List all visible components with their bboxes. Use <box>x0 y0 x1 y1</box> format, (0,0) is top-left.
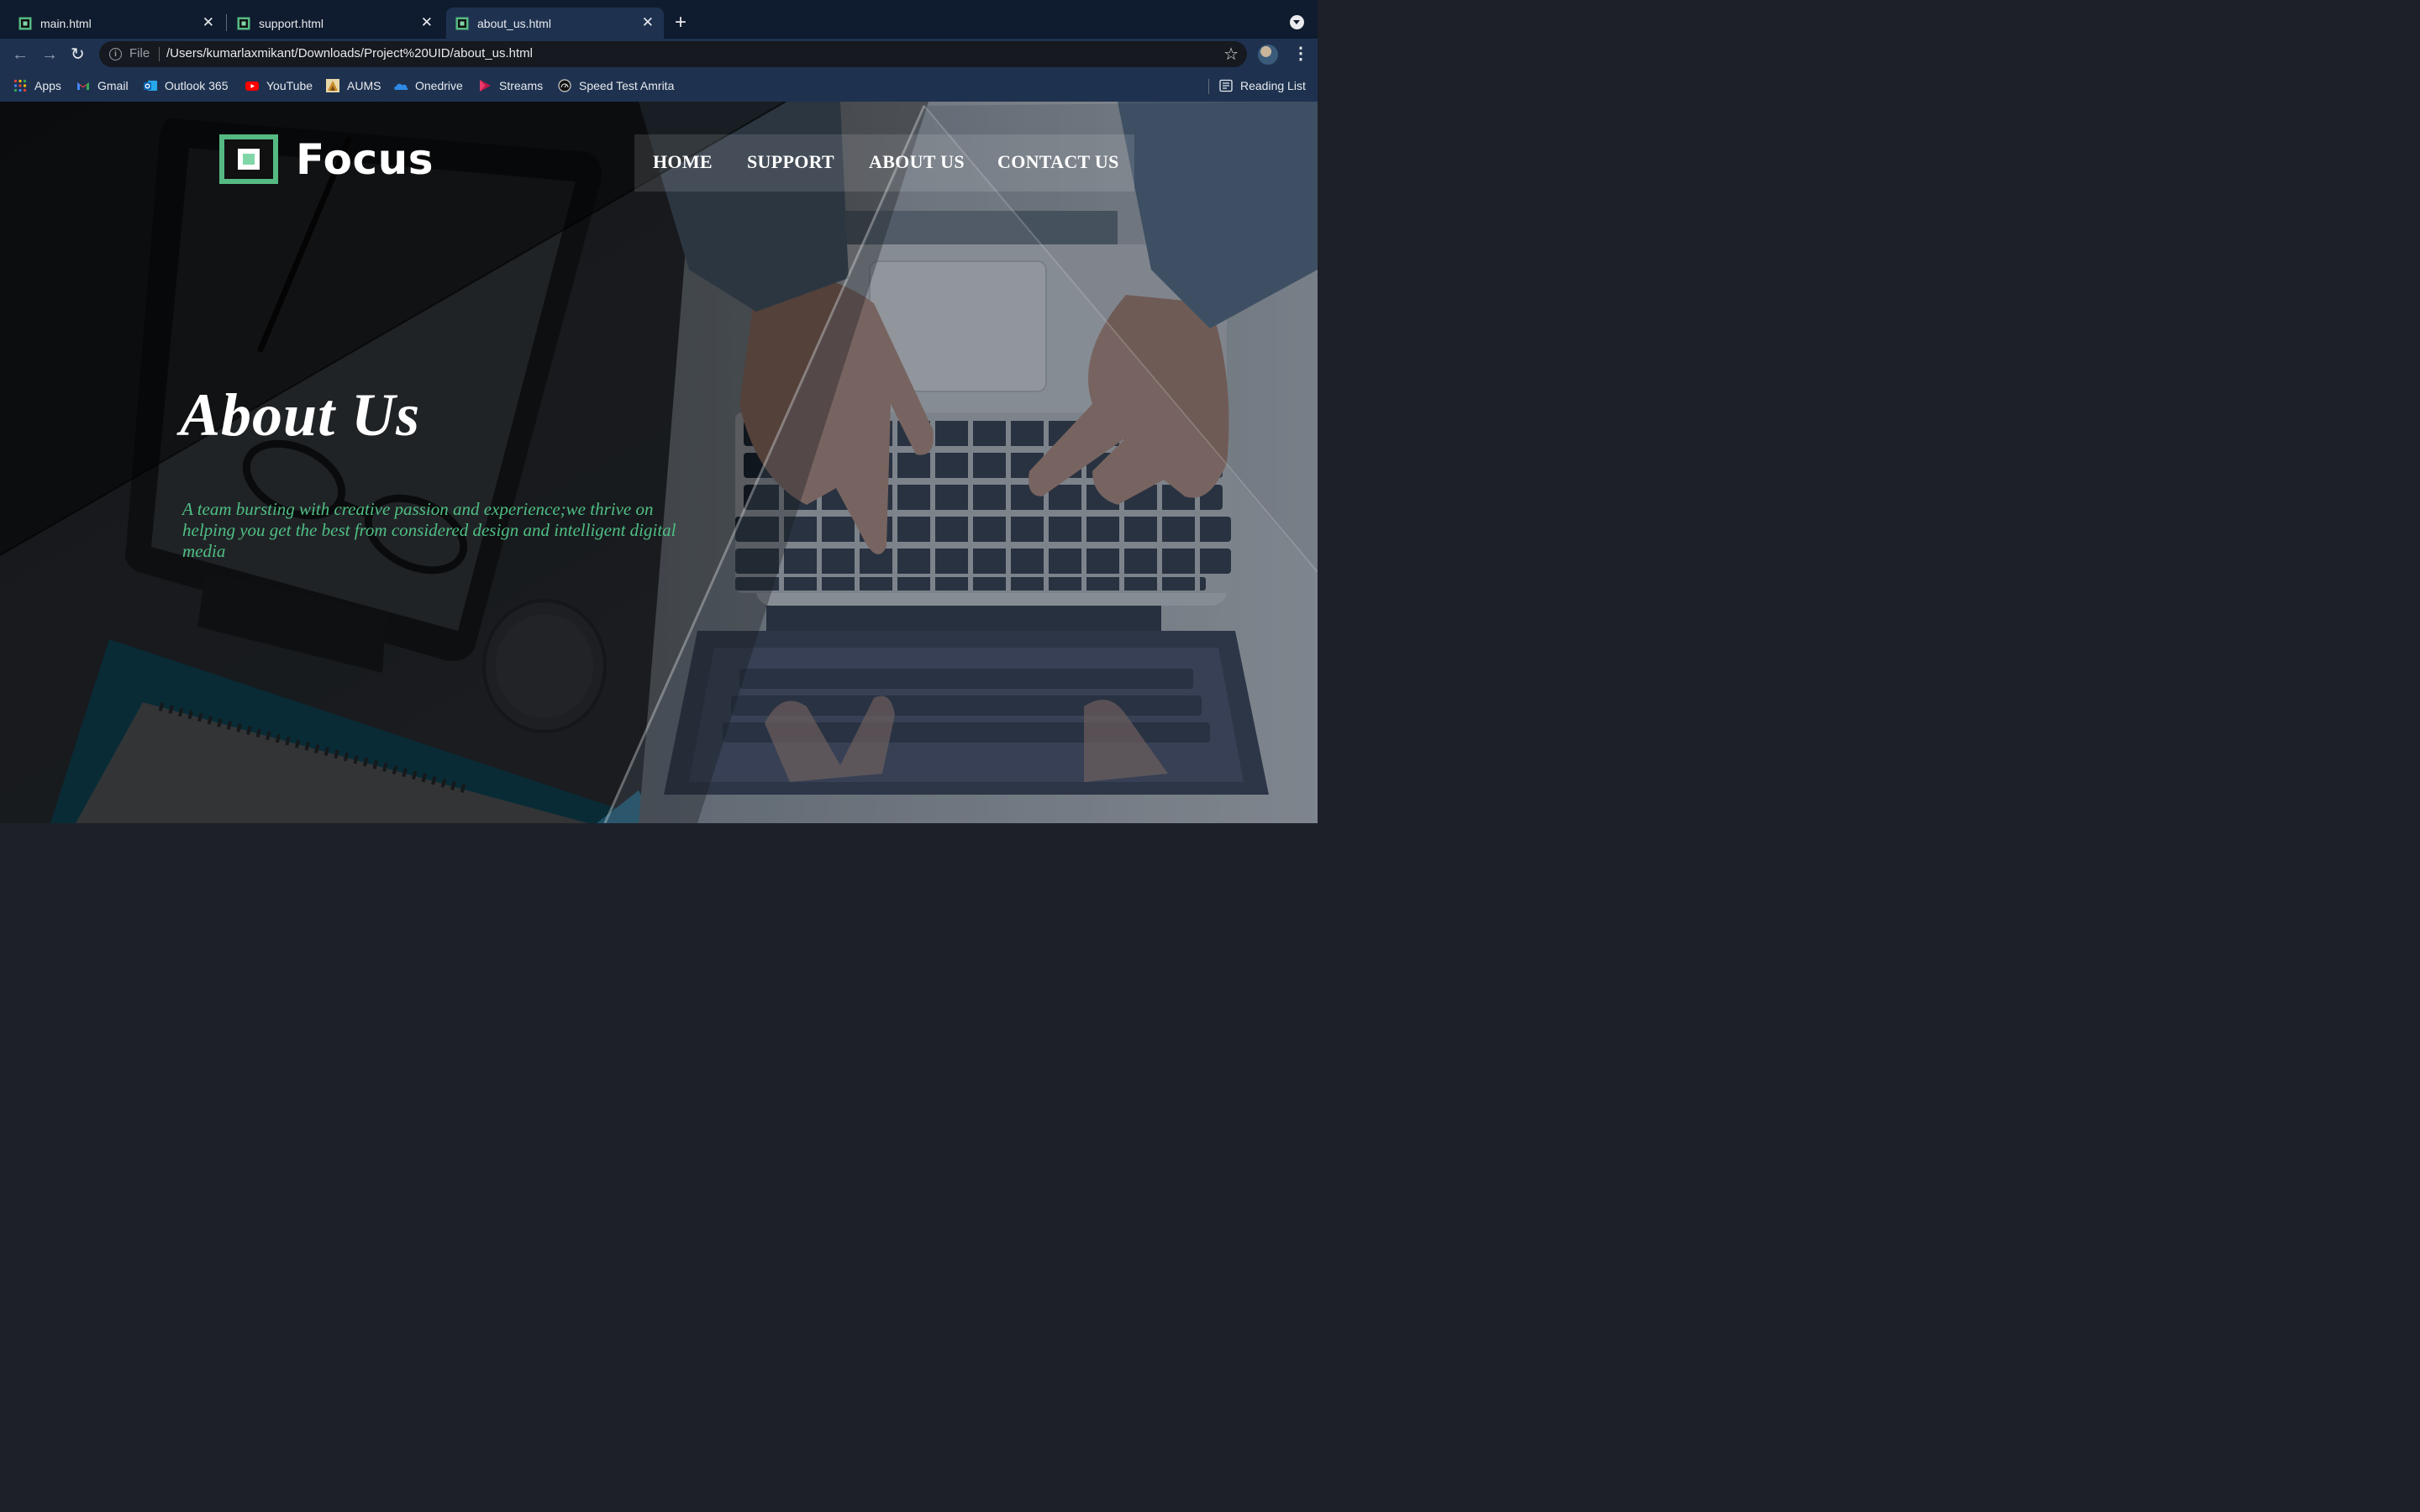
bookmark-label: Speed Test Amrita <box>579 79 675 92</box>
web-page: Focus HOME SUPPORT ABOUT US CONTACT US A… <box>0 102 1318 823</box>
tab-strip: main.html ✕ support.html ✕ about_us.html… <box>0 0 1318 39</box>
url-text[interactable]: /Users/kumarlaxmikant/Downloads/Project%… <box>166 46 533 60</box>
bookmark-label: Streams <box>499 79 544 92</box>
bookmark-speed-test[interactable]: Speed Test Amrita <box>558 78 674 93</box>
close-tab-icon[interactable]: ✕ <box>421 15 433 30</box>
youtube-icon <box>245 79 259 92</box>
speedtest-icon <box>558 79 571 92</box>
tab-title: main.html <box>40 16 92 30</box>
reading-list-icon <box>1219 79 1233 92</box>
tab-search-icon[interactable] <box>1290 15 1304 29</box>
tab-support[interactable]: support.html ✕ <box>229 8 443 39</box>
tab-about-us[interactable]: about_us.html ✕ <box>446 8 664 39</box>
bookmark-gmail[interactable]: Gmail <box>76 78 129 93</box>
bookmark-label: AUMS <box>347 79 381 92</box>
bookmarks-separator <box>1208 79 1209 94</box>
nav-contact-us[interactable]: CONTACT US <box>997 151 1119 173</box>
tab-title: support.html <box>259 16 324 30</box>
bookmark-label: Onedrive <box>415 79 463 92</box>
bookmarks-bar: Apps Gmail Outlook 365 YouTube AUMS Oned… <box>0 71 1318 102</box>
reading-list-label: Reading List <box>1240 79 1306 92</box>
page-title: About Us <box>180 381 421 449</box>
focus-logo-icon <box>219 134 278 184</box>
bookmark-outlook[interactable]: Outlook 365 <box>144 78 229 93</box>
bookmark-label: Apps <box>34 79 61 92</box>
close-tab-icon[interactable]: ✕ <box>642 15 654 30</box>
scheme-label: File <box>129 46 150 60</box>
tab-main[interactable]: main.html ✕ <box>10 8 224 39</box>
info-icon[interactable]: i <box>109 48 122 60</box>
page-favicon-icon <box>455 17 469 29</box>
main-navigation: HOME SUPPORT ABOUT US CONTACT US <box>634 134 1134 192</box>
nav-about-us[interactable]: ABOUT US <box>869 151 965 173</box>
close-tab-icon[interactable]: ✕ <box>203 15 214 30</box>
tab-title: about_us.html <box>477 16 551 30</box>
bookmark-label: Outlook 365 <box>165 79 229 92</box>
apps-grid-icon <box>13 79 27 92</box>
hero-tagline: A team bursting with creative passion an… <box>182 499 676 561</box>
brand-name: Focus <box>296 134 434 184</box>
new-tab-icon[interactable]: + <box>675 12 687 34</box>
bookmark-youtube[interactable]: YouTube <box>245 78 313 93</box>
bookmark-star-icon[interactable]: ☆ <box>1223 44 1239 65</box>
site-brand[interactable]: Focus <box>219 134 434 184</box>
nav-home[interactable]: HOME <box>653 151 713 173</box>
address-separator <box>159 47 160 61</box>
onedrive-icon <box>394 79 408 92</box>
reading-list-button[interactable]: Reading List <box>1219 78 1306 93</box>
gmail-icon <box>76 79 90 92</box>
tab-separator <box>226 14 227 31</box>
forward-arrow-icon[interactable]: → <box>41 45 58 64</box>
address-bar[interactable]: i File /Users/kumarlaxmikant/Downloads/P… <box>99 41 1247 67</box>
back-arrow-icon[interactable]: ← <box>12 45 29 64</box>
kebab-menu-icon[interactable]: ⋮ <box>1292 45 1309 62</box>
bookmark-aums[interactable]: AUMS <box>326 78 381 93</box>
reload-icon[interactable]: ↻ <box>71 45 85 64</box>
page-favicon-icon <box>18 17 32 29</box>
aums-icon <box>326 79 339 92</box>
bookmark-onedrive[interactable]: Onedrive <box>394 78 463 93</box>
bookmark-apps[interactable]: Apps <box>13 78 61 93</box>
page-favicon-icon <box>237 17 250 29</box>
nav-support[interactable]: SUPPORT <box>747 151 834 173</box>
streams-icon <box>478 79 492 92</box>
profile-avatar[interactable] <box>1258 45 1278 65</box>
outlook-icon <box>144 79 157 92</box>
hero-background-image <box>0 102 1318 823</box>
bookmark-streams[interactable]: Streams <box>478 78 543 93</box>
bookmark-label: Gmail <box>97 79 129 92</box>
browser-toolbar: ← → ↻ i File /Users/kumarlaxmikant/Downl… <box>0 39 1318 71</box>
bookmark-label: YouTube <box>266 79 313 92</box>
